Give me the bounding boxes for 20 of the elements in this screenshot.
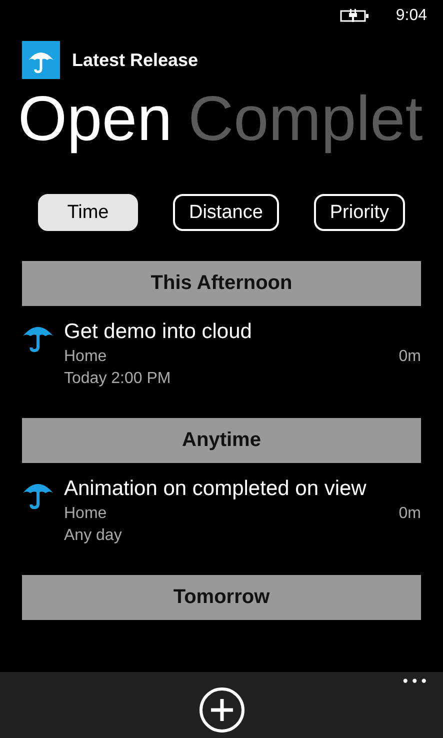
add-icon[interactable] [198, 687, 244, 733]
task-distance: 0m [398, 348, 421, 366]
task-location: Home [64, 348, 107, 366]
group-header: Anytime [22, 418, 421, 463]
app-title: Latest Release [72, 50, 198, 70]
group-header: Tomorrow [22, 575, 421, 620]
umbrella-app-icon [22, 41, 60, 79]
sort-button[interactable]: Time [38, 194, 138, 231]
clock-time: 9:04 [396, 7, 427, 25]
sort-button[interactable]: Distance [172, 194, 279, 231]
task-distance: 0m [398, 505, 421, 523]
sort-button[interactable]: Priority [314, 194, 405, 231]
group-header: This Afternoon [22, 261, 421, 306]
task-location: Home [64, 505, 107, 523]
battery-charging-icon [340, 9, 370, 23]
task-title[interactable]: Get demo into cloud [64, 320, 421, 344]
task-when: Any day [64, 527, 123, 545]
more-button[interactable]: ••• [401, 674, 429, 690]
task-title[interactable]: Animation on completed on view [64, 477, 421, 501]
task-when: Today 2:00 PM [64, 370, 172, 388]
